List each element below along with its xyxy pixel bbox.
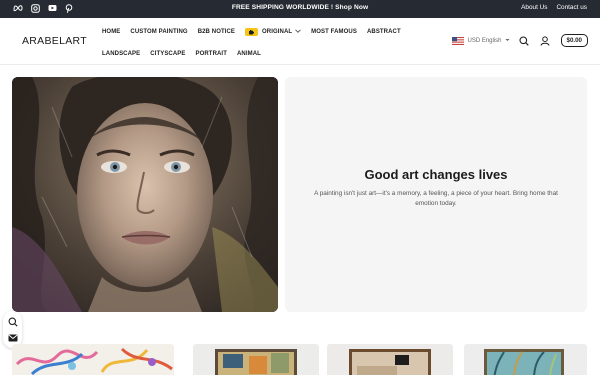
- top-links: About Us Contact us: [521, 4, 587, 11]
- account-icon[interactable]: [540, 35, 551, 46]
- hand-icon: [245, 27, 259, 36]
- announcement-bar: FREE SHIPPING WORLDWIDE ! Shop Now About…: [0, 0, 600, 18]
- currency-label: USD English: [467, 37, 502, 44]
- header-tools: USD English $0.00: [451, 34, 588, 47]
- floating-side-buttons: [3, 311, 22, 348]
- nav-b2b-notice[interactable]: B2B NOTICE: [198, 29, 235, 35]
- nav-cityscape[interactable]: CITYSCAPE: [150, 51, 185, 57]
- nav-home[interactable]: HOME: [102, 29, 120, 35]
- chevron-down-icon: [504, 38, 510, 44]
- currency-language-selector[interactable]: USD English: [451, 36, 510, 45]
- product-card-3-image[interactable]: [327, 344, 453, 375]
- nav-row-secondary: LANDSCAPE CITYSCAPE PORTRAIT ANIMAL: [102, 48, 402, 59]
- hero-text-panel: Good art changes lives A painting isn't …: [285, 77, 587, 312]
- search-icon[interactable]: [519, 35, 530, 46]
- contact-us-link[interactable]: Contact us: [556, 4, 587, 11]
- nav-most-famous[interactable]: MOST FAMOUS: [311, 29, 357, 35]
- free-shipping-promo[interactable]: FREE SHIPPING WORLDWIDE ! Shop Now: [0, 4, 600, 11]
- hero-subtitle-line-2: emotion today.: [415, 200, 457, 207]
- hero-title: Good art changes lives: [364, 167, 508, 182]
- site-logo[interactable]: ARABELART: [22, 35, 87, 47]
- hero-subtitle: A painting isn't just art—it's a memory,…: [295, 189, 577, 209]
- nav-original[interactable]: ORIGINAL: [245, 27, 301, 36]
- nav-animal[interactable]: ANIMAL: [237, 51, 261, 57]
- nav-original-label: ORIGINAL: [262, 28, 293, 35]
- about-us-link[interactable]: About Us: [521, 4, 547, 11]
- main-nav: HOME CUSTOM PAINTING B2B NOTICE ORIGINAL…: [102, 26, 402, 59]
- nav-row-primary: HOME CUSTOM PAINTING B2B NOTICE ORIGINAL…: [102, 26, 402, 37]
- nav-landscape[interactable]: LANDSCAPE: [102, 51, 140, 57]
- nav-abstract[interactable]: ABSTRACT: [367, 29, 401, 35]
- search-help-icon[interactable]: [7, 316, 18, 327]
- product-card-2-image[interactable]: [193, 344, 319, 375]
- cart-button[interactable]: $0.00: [560, 34, 588, 47]
- hero-portrait-image[interactable]: [12, 77, 278, 312]
- chevron-down-icon: [295, 28, 301, 35]
- site-header: ARABELART HOME CUSTOM PAINTING B2B NOTIC…: [0, 18, 600, 65]
- hero-subtitle-line-1: A painting isn't just art—it's a memory,…: [314, 190, 558, 197]
- nav-portrait[interactable]: PORTRAIT: [196, 51, 227, 57]
- product-card-4-image[interactable]: [464, 344, 587, 375]
- us-flag-icon: [451, 36, 464, 45]
- nav-custom-painting[interactable]: CUSTOM PAINTING: [130, 29, 187, 35]
- mail-icon[interactable]: [7, 332, 18, 343]
- product-card-1-image[interactable]: [12, 344, 174, 375]
